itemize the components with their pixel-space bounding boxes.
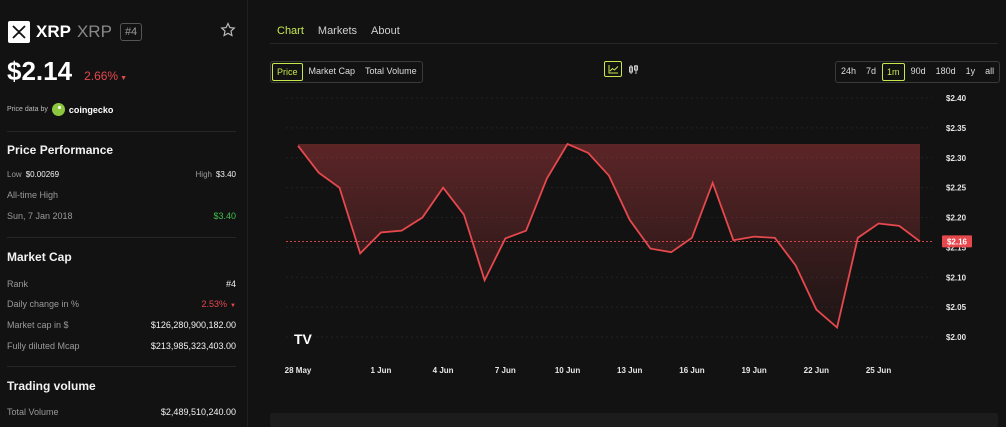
source-name[interactable]: coingecko [69,105,114,115]
tab-underline [270,43,998,44]
trading-volume-title: Trading volume [7,379,96,393]
daily-change-row: Daily change in % 2.53% ▼ [7,299,236,309]
down-arrow-icon: ▼ [120,75,128,82]
x-tick-label: 28 May [285,366,312,375]
range-90d-button[interactable]: 90d [907,63,930,81]
y-tick-label: $2.35 [946,124,967,133]
low-high-row: Low $0.00269 High $3.40 [7,170,236,179]
y-tick-label: $2.00 [946,333,967,342]
fdv-row: Fully diluted Mcap $213,985,323,403.00 [7,341,236,351]
total-volume-row: Total Volume $2,489,510,240.00 [7,407,236,417]
price-area [298,144,920,328]
y-tick-label: $2.10 [946,273,967,282]
coin-symbol: XRP [76,22,112,41]
coin-header: XRP XRP #4 [8,21,143,43]
coingecko-logo-icon [51,103,65,116]
tab-markets[interactable]: Markets [318,25,357,44]
time-range-selector: 24h 7d 1m 90d 180d 1y all [835,61,1001,83]
divider [7,237,236,238]
y-tick-label: $2.05 [946,303,967,312]
xrp-logo-icon [8,21,30,43]
current-price-label: $2.16 [947,237,968,246]
chart-type-selector [604,61,642,77]
ath-date: Sun, 7 Jan 2018 [7,211,73,221]
y-tick-label: $2.30 [946,154,967,163]
high-stat: High $3.40 [195,170,236,179]
app-root: XRP XRP #4 $2.14 2.66% ▼ Price data by co… [0,0,1006,427]
star-icon[interactable] [220,22,236,38]
divider [7,366,236,367]
price-performance-title: Price Performance [7,143,114,157]
low-stat: Low $0.00269 [7,170,60,179]
range-24h-button[interactable]: 24h [837,63,860,81]
x-tick-label: 7 Jun [495,366,516,375]
price-chart[interactable]: $2.40$2.35$2.30$2.25$2.20$2.15$2.10$2.05… [270,90,1000,382]
range-7d-button[interactable]: 7d [862,63,880,81]
chart-navigator[interactable] [270,413,998,427]
range-180d-button[interactable]: 180d [932,63,960,81]
range-all-button[interactable]: all [981,63,998,81]
x-tick-label: 22 Jun [804,366,829,375]
candlestick-chart-icon[interactable] [624,61,642,77]
price-change: 2.66% ▼ [84,69,128,83]
ath-label-row: All-time High [7,190,236,200]
divider [7,131,236,132]
tradingview-watermark-icon: TV [294,331,313,347]
source-prefix: Price data by [7,106,48,113]
tab-chart[interactable]: Chart [277,25,304,44]
ath-label: All-time High [7,190,59,200]
data-source: Price data by coingecko [7,103,113,116]
price-button[interactable]: Price [272,63,303,81]
x-tick-label: 10 Jun [555,366,580,375]
ath-value: $3.40 [213,211,236,221]
metric-selector: Price Market Cap Total Volume [270,61,423,83]
range-1y-button[interactable]: 1y [962,63,980,81]
x-tick-label: 16 Jun [679,366,704,375]
y-tick-label: $2.20 [946,214,967,223]
x-tick-label: 1 Jun [370,366,391,375]
coin-name: XRP [36,22,71,41]
rank-badge: #4 [119,23,143,41]
x-tick-label: 13 Jun [617,366,642,375]
x-tick-label: 25 Jun [866,366,891,375]
x-tick-label: 19 Jun [741,366,766,375]
y-tick-label: $2.25 [946,184,967,193]
price-row: $2.14 2.66% ▼ [7,56,127,87]
rank-row: Rank #4 [7,279,236,289]
coin-sidebar: XRP XRP #4 $2.14 2.66% ▼ Price data by co… [0,0,248,427]
market-cap-button[interactable]: Market Cap [305,63,360,81]
total-volume-button[interactable]: Total Volume [361,63,421,81]
x-tick-label: 4 Jun [433,366,454,375]
down-arrow-icon: ▼ [230,303,236,309]
market-cap-title: Market Cap [7,250,72,264]
content-tabs: Chart Markets About [277,25,400,44]
current-price: $2.14 [7,56,73,86]
ath-row: Sun, 7 Jan 2018 $3.40 [7,211,236,221]
y-tick-label: $2.40 [946,94,967,103]
tab-about[interactable]: About [371,25,400,44]
line-chart-icon[interactable] [604,61,622,77]
market-cap-row: Market cap in $ $126,280,900,182.00 [7,320,236,330]
range-1m-button[interactable]: 1m [882,63,905,81]
